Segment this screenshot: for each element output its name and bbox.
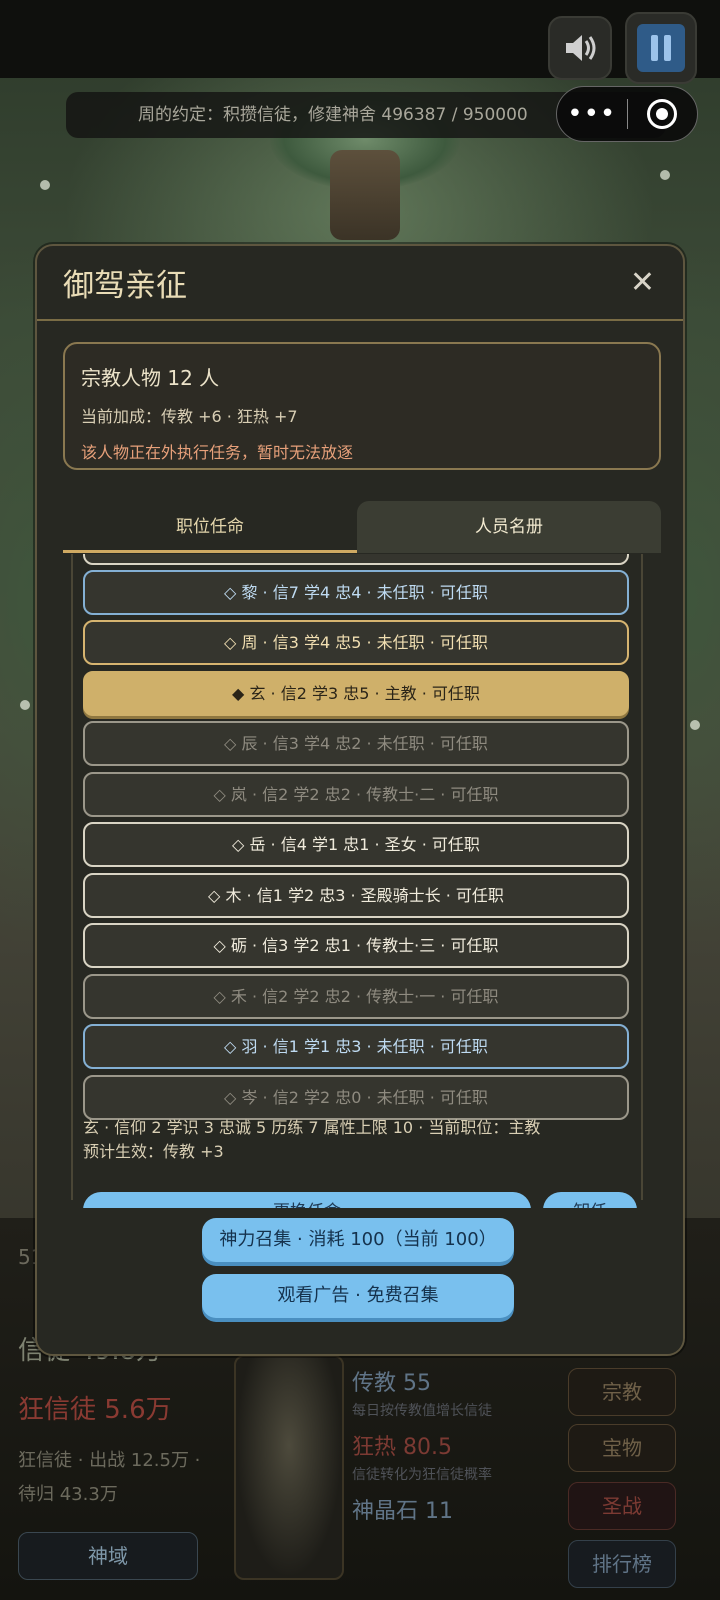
zeal-desc: 信徒转化为狂信徒概率 bbox=[352, 1467, 492, 1483]
close-icon[interactable]: ✕ bbox=[630, 267, 655, 298]
list-item[interactable]: ◇ 岑 · 信2 学2 忠0 · 未任职 · 可任职 bbox=[83, 1075, 629, 1120]
treasure-button[interactable]: 宝物 bbox=[568, 1424, 676, 1472]
watch-ad-summon-button[interactable]: 观看广告 · 免费召集 bbox=[202, 1274, 514, 1318]
summary-card: 宗教人物 12 人 当前加成：传教 +6 · 狂热 +7 该人物正在外执行任务，… bbox=[63, 342, 661, 470]
crystal-stat: 神晶石 11 bbox=[352, 1499, 453, 1524]
list-item-partial[interactable] bbox=[83, 554, 629, 565]
preach-stat: 传教 55 bbox=[352, 1371, 431, 1396]
modal-tabs: 职位任命 人员名册 bbox=[63, 501, 661, 553]
flower-decoration bbox=[20, 700, 30, 710]
holy-war-button[interactable]: 圣战 bbox=[568, 1482, 676, 1530]
list-item[interactable]: ◇ 周 · 信3 学4 忠5 · 未任职 · 可任职 bbox=[83, 620, 629, 665]
hud-stats-panel: 传教 55 每日按传教值增长信徒 狂热 80.5 信徒转化为狂信徒概率 神晶石 … bbox=[352, 1365, 512, 1525]
sacred-tree-trunk bbox=[330, 150, 400, 240]
expected-effect: 预计生效：传教 +3 bbox=[83, 1142, 224, 1161]
selected-attributes: 玄 · 信仰 2 学识 3 忠诚 5 历练 7 属性上限 10 · 当前职位：主… bbox=[83, 1118, 541, 1137]
religion-button[interactable]: 宗教 bbox=[568, 1368, 676, 1416]
list-item[interactable]: ◇ 砺 · 信3 学2 忠1 · 传教士·三 · 可任职 bbox=[83, 923, 629, 968]
tab-roster[interactable]: 人员名册 bbox=[357, 501, 661, 553]
appointment-list[interactable]: ◇ 黎 · 信7 学4 忠4 · 未任职 · 可任职 ◇ 周 · 信3 学4 忠… bbox=[71, 554, 643, 1200]
target-icon bbox=[647, 99, 678, 129]
flower-decoration bbox=[690, 720, 700, 730]
tree-portrait bbox=[234, 1355, 344, 1580]
religious-figures-count: 宗教人物 12 人 bbox=[81, 366, 220, 390]
leaderboard-button[interactable]: 排行榜 bbox=[568, 1540, 676, 1588]
flower-decoration bbox=[660, 170, 670, 180]
list-item[interactable]: ◇ 禾 · 信2 学2 忠2 · 传教士·一 · 可任职 bbox=[83, 974, 629, 1019]
flower-decoration bbox=[40, 180, 50, 190]
zeal-stat: 狂热 80.5 bbox=[352, 1435, 452, 1460]
close-miniprogram-button[interactable] bbox=[628, 99, 698, 129]
list-item[interactable]: ◇ 岳 · 信4 学1 忠1 · 圣女 · 可任职 bbox=[83, 822, 629, 867]
home-domain-button[interactable]: 神域 bbox=[18, 1532, 198, 1580]
list-item[interactable]: ◇ 岚 · 信2 学2 忠2 · 传教士·二 · 可任职 bbox=[83, 772, 629, 817]
exile-warning: 该人物正在外执行任务，暂时无法放逐 bbox=[81, 443, 354, 462]
sound-button[interactable] bbox=[548, 16, 612, 80]
preach-desc: 每日按传教值增长信徒 bbox=[352, 1403, 492, 1419]
speaker-icon bbox=[566, 35, 596, 61]
pause-button[interactable] bbox=[625, 12, 697, 84]
selected-detail: 玄 · 信仰 2 学识 3 忠诚 5 历练 7 属性上限 10 · 当前职位：主… bbox=[83, 1116, 663, 1164]
fanatics-count: 狂信徒 5.6万 bbox=[18, 1395, 172, 1425]
tab-position-appointment[interactable]: 职位任命 bbox=[63, 501, 357, 553]
modal-header: 御驾亲征 ✕ bbox=[37, 246, 683, 321]
hud-left-panel: 信徒 49.8万 狂信徒 5.6万 狂信徒 · 出战 12.5万 · 待归 43… bbox=[18, 1330, 208, 1512]
divine-summon-button[interactable]: 神力召集 · 消耗 100（当前 100） bbox=[202, 1218, 514, 1262]
pause-icon bbox=[637, 24, 685, 72]
expedition-modal: 御驾亲征 ✕ 宗教人物 12 人 当前加成：传教 +6 · 狂热 +7 该人物正… bbox=[35, 244, 685, 1356]
list-item[interactable]: ◇ 羽 · 信1 学1 忠3 · 未任职 · 可任职 bbox=[83, 1024, 629, 1069]
list-item[interactable]: ◇ 辰 · 信3 学4 忠2 · 未任职 · 可任职 bbox=[83, 721, 629, 766]
list-item-selected[interactable]: ◆ 玄 · 信2 学3 忠5 · 主教 · 可任职 bbox=[83, 671, 629, 716]
more-menu-icon[interactable]: ••• bbox=[557, 89, 627, 139]
modal-title: 御驾亲征 bbox=[63, 268, 187, 304]
list-item[interactable]: ◇ 黎 · 信7 学4 忠4 · 未任职 · 可任职 bbox=[83, 570, 629, 615]
fanatic-detail: 狂信徒 · 出战 12.5万 · 待归 43.3万 bbox=[18, 1450, 201, 1505]
mini-program-capsule[interactable]: ••• bbox=[556, 86, 698, 142]
top-black-band bbox=[0, 0, 720, 78]
list-item[interactable]: ◇ 木 · 信1 学2 忠3 · 圣殿骑士长 · 可任职 bbox=[83, 873, 629, 918]
modal-footer: 神力召集 · 消耗 100（当前 100） 观看广告 · 免费召集 bbox=[37, 1208, 683, 1354]
current-bonus: 当前加成：传教 +6 · 狂热 +7 bbox=[81, 407, 298, 426]
